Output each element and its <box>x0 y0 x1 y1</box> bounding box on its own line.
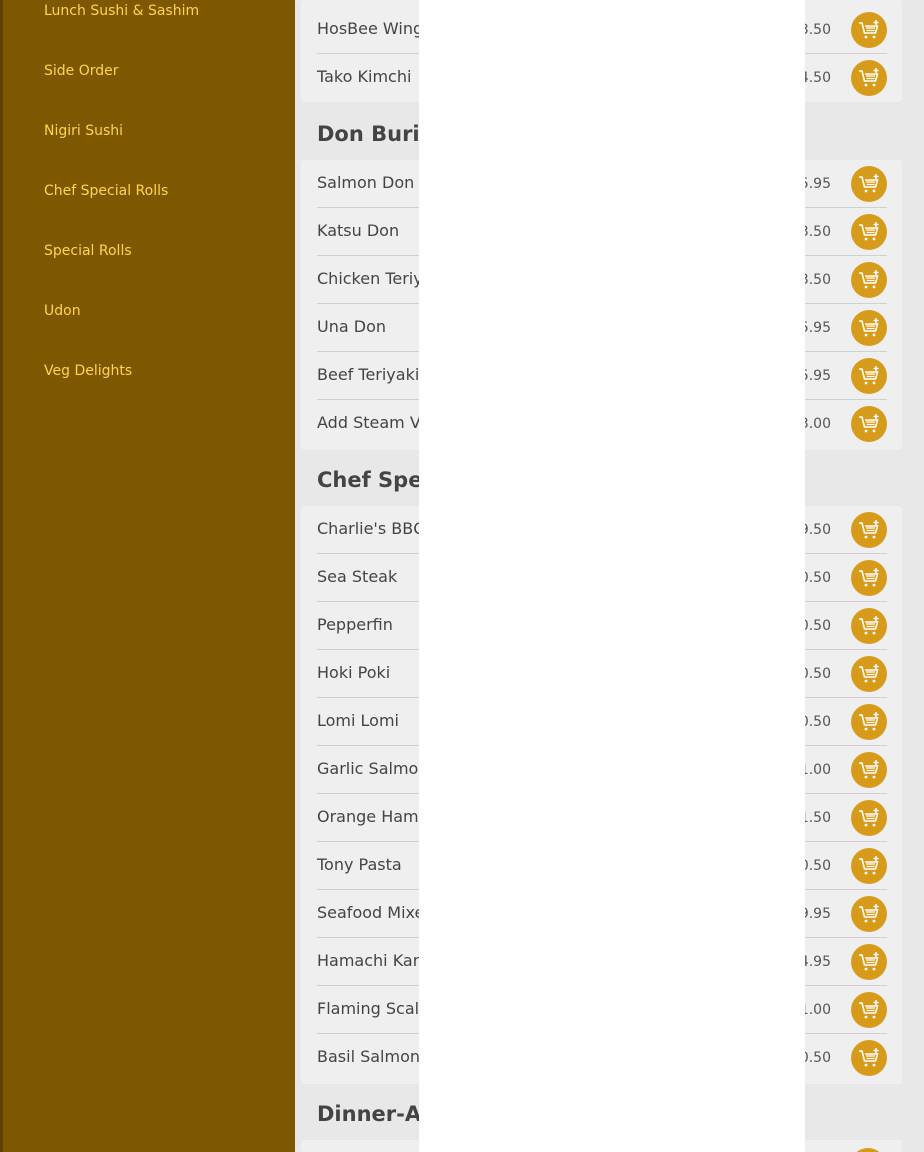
sidebar-item-udon[interactable]: Udon <box>44 303 81 319</box>
add-to-cart-button[interactable] <box>850 1148 886 1152</box>
cart-plus-icon <box>859 664 879 683</box>
add-to-cart-button[interactable] <box>851 608 887 644</box>
add-to-cart-button[interactable] <box>851 704 887 740</box>
sidebar-item-nigiri-sushi[interactable]: Nigiri Sushi <box>44 123 123 139</box>
add-to-cart-button[interactable] <box>851 656 887 692</box>
cart-plus-icon <box>859 68 879 87</box>
add-to-cart-button[interactable] <box>851 310 887 346</box>
add-to-cart-button[interactable] <box>851 262 887 298</box>
item-name: Orange Hama <box>317 807 429 826</box>
cart-plus-icon <box>859 952 879 971</box>
item-name: Hoki Poki <box>317 663 391 682</box>
item-name: Tako Kimchi <box>317 67 412 86</box>
add-to-cart-button[interactable] <box>851 214 887 250</box>
cart-plus-icon <box>859 568 879 587</box>
sidebar-item-special-rolls[interactable]: Special Rolls <box>44 243 132 259</box>
add-to-cart-button[interactable] <box>851 848 887 884</box>
item-name: Salmon Don <box>317 173 415 192</box>
item-name: Pepperfin <box>317 615 393 634</box>
cart-plus-icon <box>859 414 879 433</box>
item-name: Hamachi Kan <box>317 951 423 970</box>
sidebar-item-chef-special-rolls[interactable]: Chef Special Rolls <box>44 183 168 199</box>
item-name: Seafood Mixe <box>317 903 425 922</box>
blank-modal-panel <box>419 0 805 1152</box>
item-name: HosBee Wing <box>317 19 424 38</box>
item-name: Charlie's BBQ <box>317 519 426 538</box>
item-name: Basil Salmon <box>317 1047 421 1066</box>
category-sidebar: Lunch Sushi & Sashim Side Order Nigiri S… <box>0 0 295 1152</box>
item-name: Una Don <box>317 317 386 336</box>
add-to-cart-button[interactable] <box>851 896 887 932</box>
add-to-cart-button[interactable] <box>851 12 887 48</box>
add-to-cart-button[interactable] <box>851 60 887 96</box>
add-to-cart-button[interactable] <box>851 166 887 202</box>
item-name: Katsu Don <box>317 221 400 240</box>
item-name: Flaming Scall <box>317 999 424 1018</box>
cart-plus-icon <box>859 270 879 289</box>
item-name: Garlic Salmon <box>317 759 429 778</box>
add-to-cart-button[interactable] <box>851 1040 887 1076</box>
add-to-cart-button[interactable] <box>851 992 887 1028</box>
cart-plus-icon <box>859 366 879 385</box>
item-name: Chicken Teriy <box>317 269 423 288</box>
section-title-don-buri: Don Buri <box>317 122 420 146</box>
add-to-cart-button[interactable] <box>851 944 887 980</box>
add-to-cart-button[interactable] <box>851 512 887 548</box>
sidebar-item-veg-delights[interactable]: Veg Delights <box>44 363 132 379</box>
item-name: Add Steam Ve <box>317 413 430 432</box>
cart-plus-icon <box>859 174 879 193</box>
cart-plus-icon <box>859 808 879 827</box>
sidebar-item-side-order[interactable]: Side Order <box>44 63 119 79</box>
cart-plus-icon <box>859 1000 879 1019</box>
add-to-cart-button[interactable] <box>851 752 887 788</box>
cart-plus-icon <box>859 616 879 635</box>
add-to-cart-button[interactable] <box>851 800 887 836</box>
cart-plus-icon <box>859 222 879 241</box>
add-to-cart-button[interactable] <box>851 358 887 394</box>
add-to-cart-button[interactable] <box>851 560 887 596</box>
cart-plus-icon <box>859 318 879 337</box>
cart-plus-icon <box>859 856 879 875</box>
section-title-chef-special: Chef Spec <box>317 468 435 492</box>
item-name: Tony Pasta <box>317 855 402 874</box>
cart-plus-icon <box>859 712 879 731</box>
sidebar-item-lunch-sushi[interactable]: Lunch Sushi & Sashim <box>44 3 199 19</box>
cart-plus-icon <box>859 1048 879 1067</box>
cart-plus-icon <box>859 20 879 39</box>
item-name: Lomi Lomi <box>317 711 399 730</box>
item-name: Sea Steak <box>317 567 398 586</box>
cart-plus-icon <box>859 520 879 539</box>
cart-plus-icon <box>859 904 879 923</box>
add-to-cart-button[interactable] <box>851 406 887 442</box>
item-name: Beef Teriyaki <box>317 365 420 384</box>
cart-plus-icon <box>859 760 879 779</box>
